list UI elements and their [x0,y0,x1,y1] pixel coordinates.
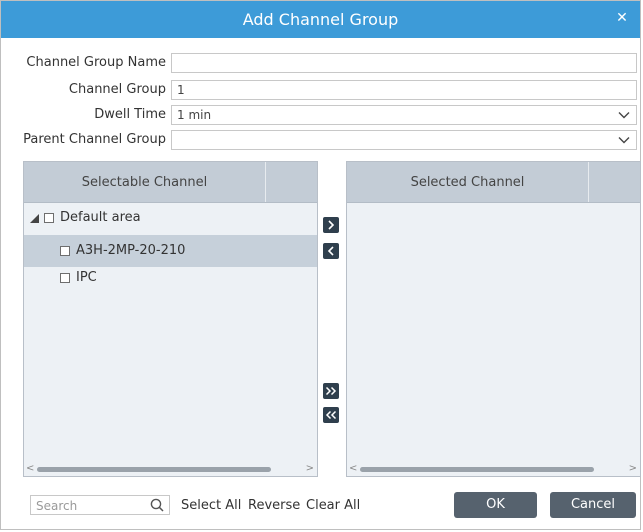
selectable-channel-header: Selectable Channel [24,162,317,203]
channel-label: IPC [76,270,97,285]
channel-group-name-row: Channel Group Name [1,53,642,73]
add-channel-group-dialog: Add Channel Group ✕ Channel Group Name C… [0,0,641,530]
scroll-right-icon[interactable]: > [306,463,314,475]
move-all-left-button[interactable] [323,407,339,423]
tree-item-row[interactable]: IPC [24,266,317,298]
selected-channel-panel: Selected Channel < > [346,161,641,477]
dwell-time-label: Dwell Time [94,107,166,122]
channel-group-name-label: Channel Group Name [26,55,166,70]
search-box[interactable] [30,495,170,516]
tree-root-row[interactable]: Default area [24,203,317,235]
channel-label: A3H-2MP-20-210 [76,243,186,258]
expand-triangle-icon[interactable] [30,214,39,223]
dwell-time-value: 1 min [177,108,212,122]
move-all-right-button[interactable] [323,383,339,399]
header-divider [265,162,266,202]
selected-channel-title: Selected Channel [410,175,525,190]
horizontal-scrollbar[interactable]: < > [24,462,317,476]
channel-checkbox[interactable] [60,246,70,256]
channel-group-input[interactable]: 1 [171,80,637,100]
double-chevron-left-icon [325,410,337,420]
close-icon[interactable]: ✕ [614,10,630,26]
parent-channel-group-label: Parent Channel Group [23,132,166,147]
selectable-channel-title: Selectable Channel [81,175,208,190]
default-area-label: Default area [60,210,141,225]
horizontal-scrollbar[interactable]: < > [347,462,640,476]
scroll-left-icon[interactable]: < [26,463,34,475]
channel-checkbox[interactable] [60,273,70,283]
scroll-left-icon[interactable]: < [349,463,357,475]
selected-channel-header: Selected Channel [347,162,640,203]
scroll-right-icon[interactable]: > [629,463,637,475]
clear-all-link[interactable]: Clear All [306,498,360,513]
select-all-link[interactable]: Select All [181,498,241,513]
chevron-down-icon [618,112,630,119]
default-area-checkbox[interactable] [44,213,54,223]
selectable-channel-panel: Selectable Channel Default area A3H-2MP-… [23,161,318,477]
dialog-title: Add Channel Group [242,10,399,29]
parent-channel-group-row: Parent Channel Group [1,130,642,150]
channel-group-name-input[interactable] [171,53,637,73]
dwell-time-select[interactable]: 1 min [171,105,637,125]
scrollbar-thumb[interactable] [37,467,271,472]
parent-channel-group-select[interactable] [171,130,637,150]
chevron-down-icon [618,137,630,144]
channel-group-row: Channel Group 1 [1,80,642,100]
search-input[interactable] [31,496,150,516]
chevron-left-icon [327,246,334,256]
dwell-time-row: Dwell Time 1 min [1,105,642,125]
channel-group-label: Channel Group [68,82,166,97]
ok-button[interactable]: OK [454,492,537,518]
move-left-button[interactable] [323,243,339,259]
chevron-right-icon [328,220,335,230]
title-bar: Add Channel Group ✕ [1,1,640,38]
cancel-button[interactable]: Cancel [550,492,636,518]
scrollbar-thumb[interactable] [360,467,594,472]
reverse-link[interactable]: Reverse [248,498,300,513]
header-divider [588,162,589,202]
search-icon[interactable] [150,498,164,512]
double-chevron-right-icon [325,386,337,396]
move-right-button[interactable] [323,217,339,233]
tree-item-row[interactable]: A3H-2MP-20-210 [24,235,317,267]
